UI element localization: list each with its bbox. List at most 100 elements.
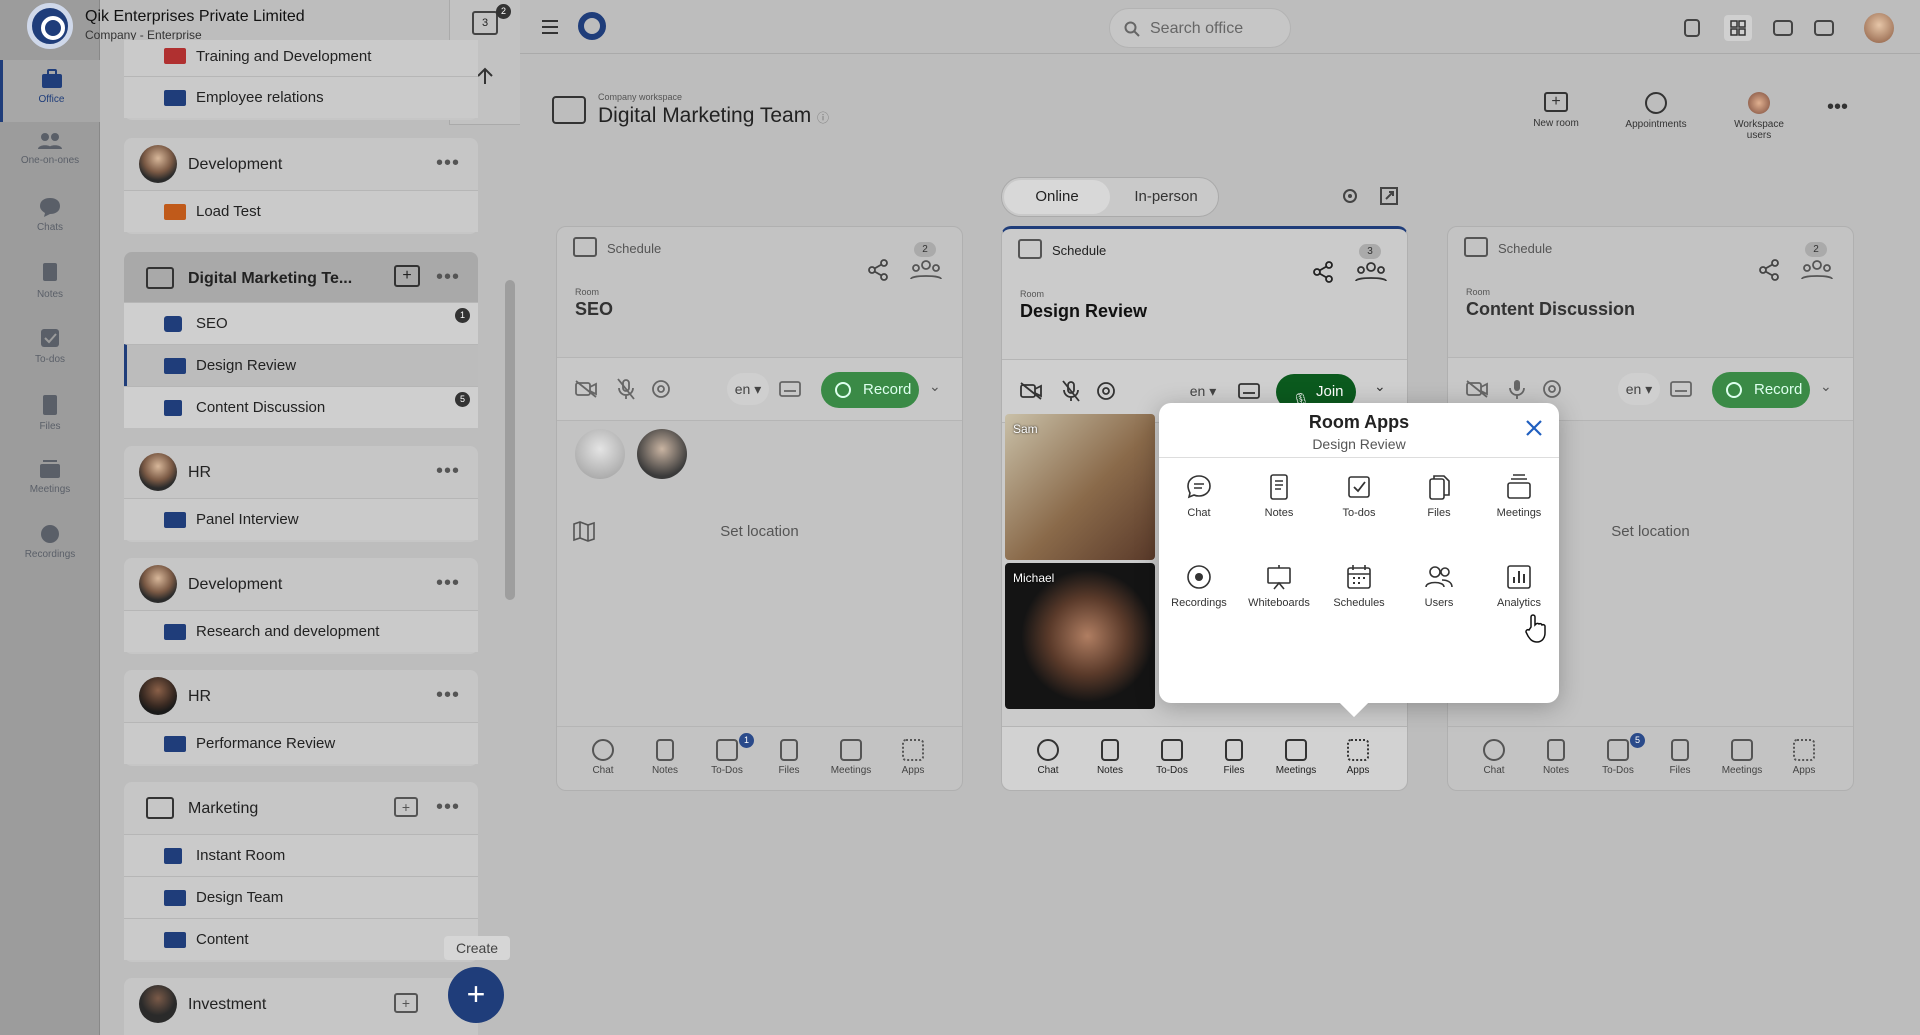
more-options-icon[interactable]: ••• — [1827, 96, 1848, 119]
more-icon[interactable]: ••• — [436, 796, 460, 819]
search-input[interactable]: Search office — [1109, 8, 1291, 48]
new-room-button[interactable]: + New room — [1528, 92, 1584, 129]
camera-off-icon[interactable] — [575, 380, 597, 398]
company-header[interactable]: Qik Enterprises Private Limited Company … — [85, 8, 305, 42]
group-header[interactable]: Digital Marketing Te... + ••• — [124, 252, 478, 302]
app-chat[interactable]: Chat — [1159, 473, 1239, 519]
close-icon[interactable] — [1525, 419, 1543, 437]
group-header[interactable]: Development ••• — [124, 138, 478, 190]
app-meetings[interactable]: Meetings — [1479, 473, 1559, 519]
more-icon[interactable]: ••• — [436, 152, 460, 175]
list-item[interactable]: Instant Room — [124, 834, 478, 876]
set-location[interactable]: Set location — [557, 523, 962, 540]
list-item[interactable]: Research and development — [124, 610, 478, 652]
app-analytics[interactable]: Analytics — [1479, 563, 1559, 609]
settings-gear-icon[interactable] — [1340, 186, 1360, 206]
more-icon[interactable]: ••• — [436, 684, 460, 707]
user-avatar[interactable] — [1864, 13, 1894, 43]
app-schedules[interactable]: Schedules — [1319, 563, 1399, 609]
share-icon[interactable] — [1312, 261, 1334, 283]
app-users[interactable]: Users — [1399, 563, 1479, 609]
group-header[interactable]: Investment + — [124, 978, 478, 1030]
participants-icon[interactable] — [1800, 259, 1834, 281]
files-button[interactable]: Files — [763, 739, 815, 776]
info-icon[interactable]: ⓘ — [817, 111, 829, 125]
rail-chats[interactable]: Chats — [0, 188, 100, 250]
appointments-button[interactable]: Appointments — [1624, 92, 1688, 130]
chat-button[interactable]: Chat — [1022, 739, 1074, 776]
notes-button[interactable]: Notes — [1084, 739, 1136, 776]
list-item[interactable]: Training and Development — [124, 40, 478, 76]
mic-off-icon[interactable] — [617, 378, 635, 400]
schedule-label[interactable]: Schedule — [1498, 241, 1552, 256]
list-item[interactable]: Panel Interview — [124, 498, 478, 540]
list-item[interactable]: Employee relations — [124, 76, 478, 118]
participant-video-sam[interactable]: Sam — [1005, 414, 1155, 560]
workspace-users-button[interactable]: Workspace users — [1722, 92, 1796, 141]
list-item[interactable]: Design Team — [124, 876, 478, 918]
meetings-button[interactable]: Meetings — [1270, 739, 1322, 776]
more-icon[interactable]: ••• — [436, 460, 460, 483]
caption-icon[interactable] — [1238, 383, 1260, 399]
participants-icon[interactable] — [909, 259, 943, 281]
rail-notes[interactable]: Notes — [0, 253, 100, 315]
hamburger-menu-icon[interactable] — [541, 19, 559, 35]
add-room-icon[interactable]: + — [394, 993, 418, 1013]
caption-icon[interactable] — [779, 381, 801, 397]
app-notes[interactable]: Notes — [1239, 473, 1319, 519]
app-recordings[interactable]: Recordings — [1159, 563, 1239, 609]
rail-files[interactable]: Files — [0, 385, 100, 447]
list-item-design-review[interactable]: Design Review — [124, 344, 478, 386]
mic-off-icon[interactable] — [1062, 380, 1080, 402]
files-button[interactable]: Files — [1208, 739, 1260, 776]
record-button[interactable]: Record — [821, 372, 919, 408]
settings-icon[interactable] — [1096, 381, 1116, 401]
chat-button[interactable]: Chat — [577, 739, 629, 776]
apps-button[interactable]: Apps — [1332, 739, 1384, 776]
record-button[interactable]: Record — [1712, 372, 1810, 408]
language-select[interactable]: en ▾ — [727, 373, 769, 405]
view-single-icon[interactable] — [1684, 19, 1700, 37]
camera-off-icon[interactable] — [1466, 380, 1488, 398]
view-grid-icon[interactable] — [1724, 15, 1752, 41]
group-header[interactable]: HR ••• — [124, 446, 478, 498]
share-icon[interactable] — [1758, 259, 1780, 281]
apps-button[interactable]: Apps — [1778, 739, 1830, 776]
tab-online[interactable]: Online — [1004, 180, 1110, 214]
participant-video-michael[interactable]: Michael — [1005, 563, 1155, 709]
caption-icon[interactable] — [1670, 381, 1692, 397]
list-item[interactable]: Content — [124, 918, 478, 960]
chat-button[interactable]: Chat — [1468, 739, 1520, 776]
add-room-icon[interactable]: + — [394, 265, 420, 287]
more-icon[interactable]: ••• — [436, 266, 460, 289]
settings-icon[interactable] — [651, 379, 671, 399]
language-select[interactable]: en ▾ — [1618, 373, 1660, 405]
files-button[interactable]: Files — [1654, 739, 1706, 776]
list-item-content-discussion[interactable]: Content Discussion 5 — [124, 386, 478, 428]
todos-button[interactable]: To-Dos — [1146, 739, 1198, 776]
add-room-icon[interactable]: + — [394, 797, 418, 817]
chevron-down-icon[interactable]: ⌄ — [1374, 378, 1386, 395]
chevron-down-icon[interactable]: ⌄ — [1820, 378, 1832, 395]
chevron-down-icon[interactable]: ⌄ — [929, 378, 941, 395]
view-full-icon[interactable] — [1814, 20, 1834, 36]
apps-button[interactable]: Apps — [887, 739, 939, 776]
share-icon[interactable] — [867, 259, 889, 281]
list-item-seo[interactable]: SEO 1 — [124, 302, 478, 344]
sidebar-scrollbar[interactable] — [505, 280, 515, 600]
meetings-button[interactable]: Meetings — [1716, 739, 1768, 776]
schedule-label[interactable]: Schedule — [607, 241, 661, 256]
group-header[interactable]: Marketing + ••• — [124, 782, 478, 834]
schedule-label[interactable]: Schedule — [1052, 243, 1106, 258]
rail-one-on-ones[interactable]: One-on-ones — [0, 123, 100, 185]
tab-in-person[interactable]: In-person — [1114, 180, 1218, 214]
rail-meetings[interactable]: Meetings — [0, 450, 100, 512]
rail-todos[interactable]: To-dos — [0, 318, 100, 380]
app-logo-small[interactable] — [578, 12, 606, 40]
mic-icon[interactable] — [1508, 378, 1526, 400]
group-header[interactable]: HR ••• — [124, 670, 478, 722]
app-files[interactable]: Files — [1399, 473, 1479, 519]
calendar-icon[interactable]: 3 — [472, 11, 498, 35]
notes-button[interactable]: Notes — [1530, 739, 1582, 776]
arrow-up-icon[interactable] — [475, 66, 495, 86]
